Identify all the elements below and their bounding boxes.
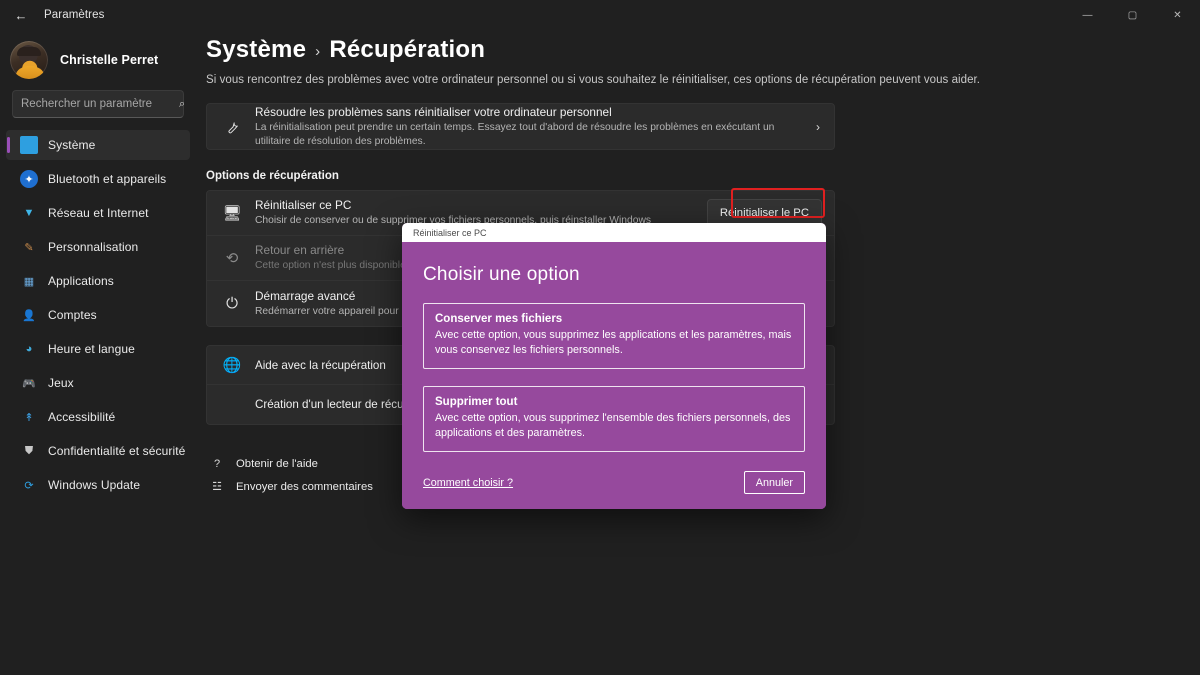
accessibility-icon: ↟ — [24, 411, 34, 424]
sidebar-item-label: Confidentialité et sécurité — [48, 444, 186, 458]
window-title: Paramètres — [44, 9, 105, 21]
history-back-icon: ⟲ — [225, 250, 239, 267]
dialog-window-title: Réinitialiser ce PC — [413, 227, 487, 238]
settings-window: ← Paramètres — ▢ ✕ Christelle Perret ⌕ S… — [0, 0, 1200, 675]
minimize-button[interactable]: — — [1065, 0, 1110, 30]
troubleshoot-description: La réinitialisation peut prendre un cert… — [255, 121, 775, 147]
sidebar-item-accessibilit[interactable]: ↟ Accessibilité — [6, 402, 190, 432]
option-title: Conserver mes fichiers — [435, 313, 563, 325]
refresh-icon: ⟳ — [24, 479, 34, 492]
clock-icon: ◕ — [25, 343, 33, 355]
recovery-row-title: Réinitialiser ce PC — [255, 198, 352, 212]
how-to-choose-link[interactable]: Comment choisir ? — [423, 477, 513, 489]
power-advanced-icon: ⏻ — [226, 295, 238, 312]
sidebar-nav: Système ✦ Bluetooth et appareils ▼ Réseau et… — [0, 130, 196, 500]
search-input[interactable] — [21, 98, 175, 110]
recovery-help-title: Aide avec la récupération — [255, 358, 386, 372]
footer-link-label: Obtenir de l'aide — [236, 457, 318, 470]
option-description: Avec cette option, vous supprimez l'ense… — [435, 412, 791, 439]
breadcrumb-separator-icon: › — [315, 42, 321, 60]
bluetooth-icon: ✦ — [20, 170, 38, 188]
apps-grid-icon: ▦ — [23, 275, 35, 288]
gamepad-icon: 🎮 — [22, 377, 36, 390]
wifi-icon: ▼ — [23, 207, 35, 219]
troubleshoot-title: Résoudre les problèmes sans réinitialise… — [255, 104, 612, 119]
globe-icon: 🌐 — [222, 357, 242, 374]
reset-pc-dialog: Réinitialiser ce PC Choisir une option C… — [402, 223, 826, 509]
profile-name: Christelle Perret — [60, 53, 159, 67]
back-arrow-icon[interactable]: ← — [6, 0, 36, 30]
sidebar-item-comptes[interactable]: 👤 Comptes — [6, 300, 190, 330]
sidebar-item-label: Jeux — [48, 376, 74, 390]
dialog-heading: Choisir une option — [423, 264, 580, 285]
search-box[interactable]: ⌕ — [12, 90, 186, 118]
sidebar-item-applications[interactable]: ▦ Applications — [6, 266, 190, 296]
breadcrumb: Système › Récupération — [206, 36, 1200, 64]
sidebar-item-jeux[interactable]: 🎮 Jeux — [6, 368, 190, 398]
sidebar-item-confidentialit-et-s-curit[interactable]: ⛊ Confidentialité et sécurité — [6, 436, 190, 466]
dialog-option-keep-files[interactable]: Conserver mes fichiers Avec cette option… — [423, 303, 805, 369]
avatar — [10, 41, 48, 79]
sidebar-item-windows-update[interactable]: ⟳ Windows Update — [6, 470, 190, 500]
troubleshoot-card[interactable]: Résoudre les problèmes sans réinitialise… — [206, 103, 835, 150]
sidebar-item-bluetooth-et-appareils[interactable]: ✦ Bluetooth et appareils — [6, 164, 190, 194]
user-profile[interactable]: Christelle Perret — [0, 30, 196, 84]
page-title: Récupération — [329, 36, 486, 63]
sidebar-item-label: Réseau et Internet — [48, 206, 149, 220]
sidebar-item-r-seau-et-internet[interactable]: ▼ Réseau et Internet — [6, 198, 190, 228]
search-icon: ⌕ — [179, 97, 186, 110]
dialog-option-remove-everything[interactable]: Supprimer tout Avec cette option, vous s… — [423, 386, 805, 452]
shield-icon: ⛊ — [24, 444, 34, 457]
window-titlebar: ← Paramètres — ▢ ✕ — [0, 0, 1200, 30]
cancel-button[interactable]: Annuler — [743, 471, 805, 494]
breadcrumb-root[interactable]: Système — [206, 36, 306, 64]
pc-reset-icon: 🖥 — [222, 205, 242, 222]
section-title-recovery-options: Options de récupération — [206, 170, 339, 182]
wrench-icon — [221, 119, 243, 134]
sidebar-item-personnalisation[interactable]: ✎ Personnalisation — [6, 232, 190, 262]
dialog-body: Choisir une option Conserver mes fichier… — [402, 242, 826, 509]
sidebar-item-label: Personnalisation — [48, 240, 139, 254]
sidebar-item-label: Applications — [48, 274, 114, 288]
chevron-right-icon: › — [816, 119, 820, 134]
sidebar-item-label: Windows Update — [48, 478, 141, 492]
option-title: Supprimer tout — [435, 396, 518, 408]
sidebar-item-label: Système — [48, 138, 96, 152]
maximize-button[interactable]: ▢ — [1110, 0, 1155, 30]
sidebar-item-syst-me[interactable]: Système — [6, 130, 190, 160]
dialog-footer: Comment choisir ? Annuler — [423, 471, 805, 494]
footer-link-label: Envoyer des commentaires — [236, 480, 373, 493]
window-controls: — ▢ ✕ — [1065, 0, 1200, 30]
person-icon: 👤 — [22, 309, 36, 322]
dialog-titlebar: Réinitialiser ce PC — [402, 223, 826, 242]
search-container: ⌕ — [0, 84, 196, 118]
sidebar-item-label: Comptes — [48, 308, 97, 322]
paintbrush-icon: ✎ — [24, 241, 34, 254]
sidebar-item-label: Bluetooth et appareils — [48, 172, 167, 186]
display-icon — [20, 136, 38, 154]
close-button[interactable]: ✕ — [1155, 0, 1200, 30]
sidebar: Christelle Perret ⌕ Système ✦ Bluetooth et… — [0, 30, 196, 675]
option-description: Avec cette option, vous supprimez les ap… — [435, 329, 792, 356]
feedback-icon: ☳ — [212, 481, 222, 493]
sidebar-item-label: Heure et langue — [48, 342, 135, 356]
page-description: Si vous rencontrez des problèmes avec vo… — [206, 74, 981, 86]
sidebar-item-label: Accessibilité — [48, 410, 116, 424]
help-question-icon: ? — [213, 457, 221, 470]
sidebar-item-heure-et-langue[interactable]: ◕ Heure et langue — [6, 334, 190, 364]
